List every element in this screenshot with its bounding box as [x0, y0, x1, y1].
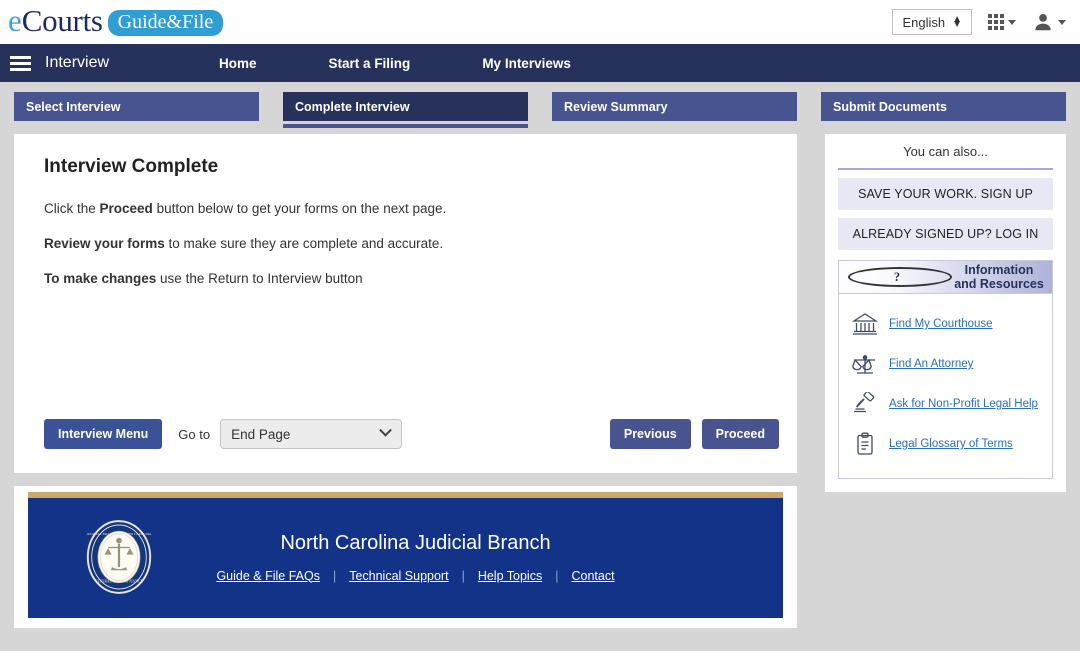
resource-row-find-my-courthouse[interactable]: Find My Courthouse — [839, 304, 1052, 344]
north-carolina-judicial-seal: JUDICIAL BRANCH of NORTH CAROLINA GENERA… — [86, 520, 152, 594]
previous-button[interactable]: Previous — [609, 419, 691, 449]
user-account-menu[interactable] — [1032, 11, 1066, 33]
resource-links-list: Find My Courthouse Find An Attorney Ask … — [839, 294, 1052, 478]
step-submit-documents[interactable]: Submit Documents — [821, 92, 1066, 121]
footer-link-guide-and-file-faqs[interactable]: Guide & File FAQs — [216, 569, 320, 583]
resource-row-find-an-attorney[interactable]: Find An Attorney — [839, 344, 1052, 384]
panel-controls: Interview Menu Go to End Page Previous P… — [14, 419, 797, 449]
information-and-resources-title: Information and Resources — [954, 263, 1044, 291]
courthouse-icon — [848, 312, 882, 336]
step-review-summary[interactable]: Review Summary — [552, 92, 797, 121]
svg-text:JUDICIAL BRANCH of NORTH CAROL: JUDICIAL BRANCH of NORTH CAROLINA — [86, 532, 152, 536]
scales-of-justice-icon — [848, 352, 882, 376]
goto-page-select[interactable]: End Page — [220, 419, 403, 449]
gavel-icon — [848, 392, 882, 416]
resource-link-label[interactable]: Legal Glossary of Terms — [889, 438, 1013, 450]
interview-menu-button[interactable]: Interview Menu — [44, 419, 163, 449]
logo-guide-and-file-pill: Guide&File — [107, 10, 224, 36]
user-avatar-icon — [1035, 14, 1051, 31]
instruction-paragraph-2: Review your forms to make sure they are … — [44, 235, 797, 253]
goto-label: Go to — [178, 426, 211, 442]
nav-links: Home Start a Filing My Interviews — [183, 56, 607, 71]
navigation-buttons: Previous Proceed — [609, 419, 780, 449]
resource-link-label[interactable]: Find An Attorney — [889, 358, 973, 370]
language-selector[interactable]: English ▲ ▼ — [892, 9, 972, 35]
clipboard-icon — [848, 432, 882, 456]
resource-link-label[interactable]: Find My Courthouse — [889, 318, 993, 330]
hamburger-menu-icon[interactable] — [10, 55, 31, 71]
nav-link-start-a-filing[interactable]: Start a Filing — [293, 56, 447, 71]
chevron-down-icon — [1058, 19, 1066, 25]
interview-complete-panel: Interview Complete Click the Proceed but… — [14, 134, 798, 473]
resource-link-label[interactable]: Ask for Non-Profit Legal Help — [889, 398, 1038, 410]
main-navigation-bar: Interview Home Start a Filing My Intervi… — [0, 44, 1080, 82]
main-column: Interview Complete Click the Proceed but… — [14, 134, 798, 628]
p1-post-text: button below to get your forms on the ne… — [152, 201, 447, 216]
step-complete-interview[interactable]: Complete Interview — [283, 92, 528, 128]
resource-row-non-profit-legal-help[interactable]: Ask for Non-Profit Legal Help — [839, 384, 1052, 424]
footer-body: North Carolina Judicial Branch Guide & F… — [158, 532, 673, 583]
footer-title: North Carolina Judicial Branch — [280, 531, 551, 554]
up-down-arrows-icon: ▲ ▼ — [952, 13, 962, 30]
footer-card: JUDICIAL BRANCH of NORTH CAROLINA GENERA… — [14, 486, 798, 628]
sidebar-panel: You can also... SAVE YOUR WORK. SIGN UP … — [825, 134, 1066, 492]
p3-bold-text: To make changes — [44, 271, 157, 287]
footer-separator: | — [555, 568, 559, 583]
p1-pre-text: Click the — [44, 201, 100, 216]
footer-separator: | — [461, 568, 465, 583]
progress-step-tabs: Select Interview Complete Interview Revi… — [0, 82, 1080, 128]
nav-link-home[interactable]: Home — [183, 56, 293, 71]
p2-post-text: to make sure they are complete and accur… — [164, 236, 444, 252]
ecourts-logo[interactable]: e Courts Guide&File — [8, 3, 224, 39]
site-footer: JUDICIAL BRANCH of NORTH CAROLINA GENERA… — [28, 498, 784, 618]
p1-bold-text: Proceed — [99, 201, 153, 216]
footer-links: Guide & File FAQs | Technical Support | … — [158, 569, 673, 583]
footer-link-help-topics[interactable]: Help Topics — [478, 569, 542, 583]
nav-link-my-interviews[interactable]: My Interviews — [446, 56, 607, 71]
sidebar-button-log-in[interactable]: ALREADY SIGNED UP? LOG IN — [838, 218, 1053, 250]
resource-row-legal-glossary[interactable]: Legal Glossary of Terms — [839, 424, 1052, 464]
page-title: Interview Complete — [44, 156, 219, 177]
nav-title: Interview — [45, 54, 110, 71]
footer-link-contact[interactable]: Contact — [571, 569, 614, 583]
logo-courts-text: Courts — [21, 3, 103, 38]
proceed-button[interactable]: Proceed — [701, 419, 780, 449]
apps-grid-icon — [988, 14, 1004, 30]
chevron-down-icon — [1008, 19, 1016, 25]
instruction-paragraph-3: To make changes use the Return to Interv… — [44, 270, 797, 288]
logo-e-letter: e — [8, 3, 22, 38]
sidebar-button-sign-up[interactable]: SAVE YOUR WORK. SIGN UP — [838, 178, 1053, 210]
instruction-paragraph-1: Click the Proceed button below to get yo… — [44, 200, 797, 218]
page-layout: Interview Complete Click the Proceed but… — [0, 121, 1080, 628]
top-right-controls: English ▲ ▼ — [892, 9, 1066, 35]
footer-separator: | — [332, 568, 337, 583]
information-and-resources-header: ? Information and Resources — [839, 261, 1052, 294]
language-value: English — [902, 14, 946, 30]
apps-grid-menu[interactable] — [988, 14, 1016, 30]
footer-link-technical-support[interactable]: Technical Support — [349, 569, 448, 583]
question-mark-icon: ? — [848, 267, 953, 287]
top-logo-bar: e Courts Guide&File English ▲ ▼ — [0, 0, 1080, 44]
svg-text:GENERAL COURT of JUSTICE: GENERAL COURT of JUSTICE — [95, 580, 143, 584]
p3-post-text: use the Return to Interview button — [156, 271, 363, 287]
goto-selected-value: End Page — [231, 426, 291, 442]
sidebar-title: You can also... — [838, 144, 1053, 170]
information-and-resources-box: ? Information and Resources Find My Cour… — [838, 260, 1053, 479]
chevron-down-icon — [379, 423, 392, 437]
step-select-interview[interactable]: Select Interview — [14, 92, 259, 121]
p2-bold-text: Review your forms — [44, 236, 165, 252]
